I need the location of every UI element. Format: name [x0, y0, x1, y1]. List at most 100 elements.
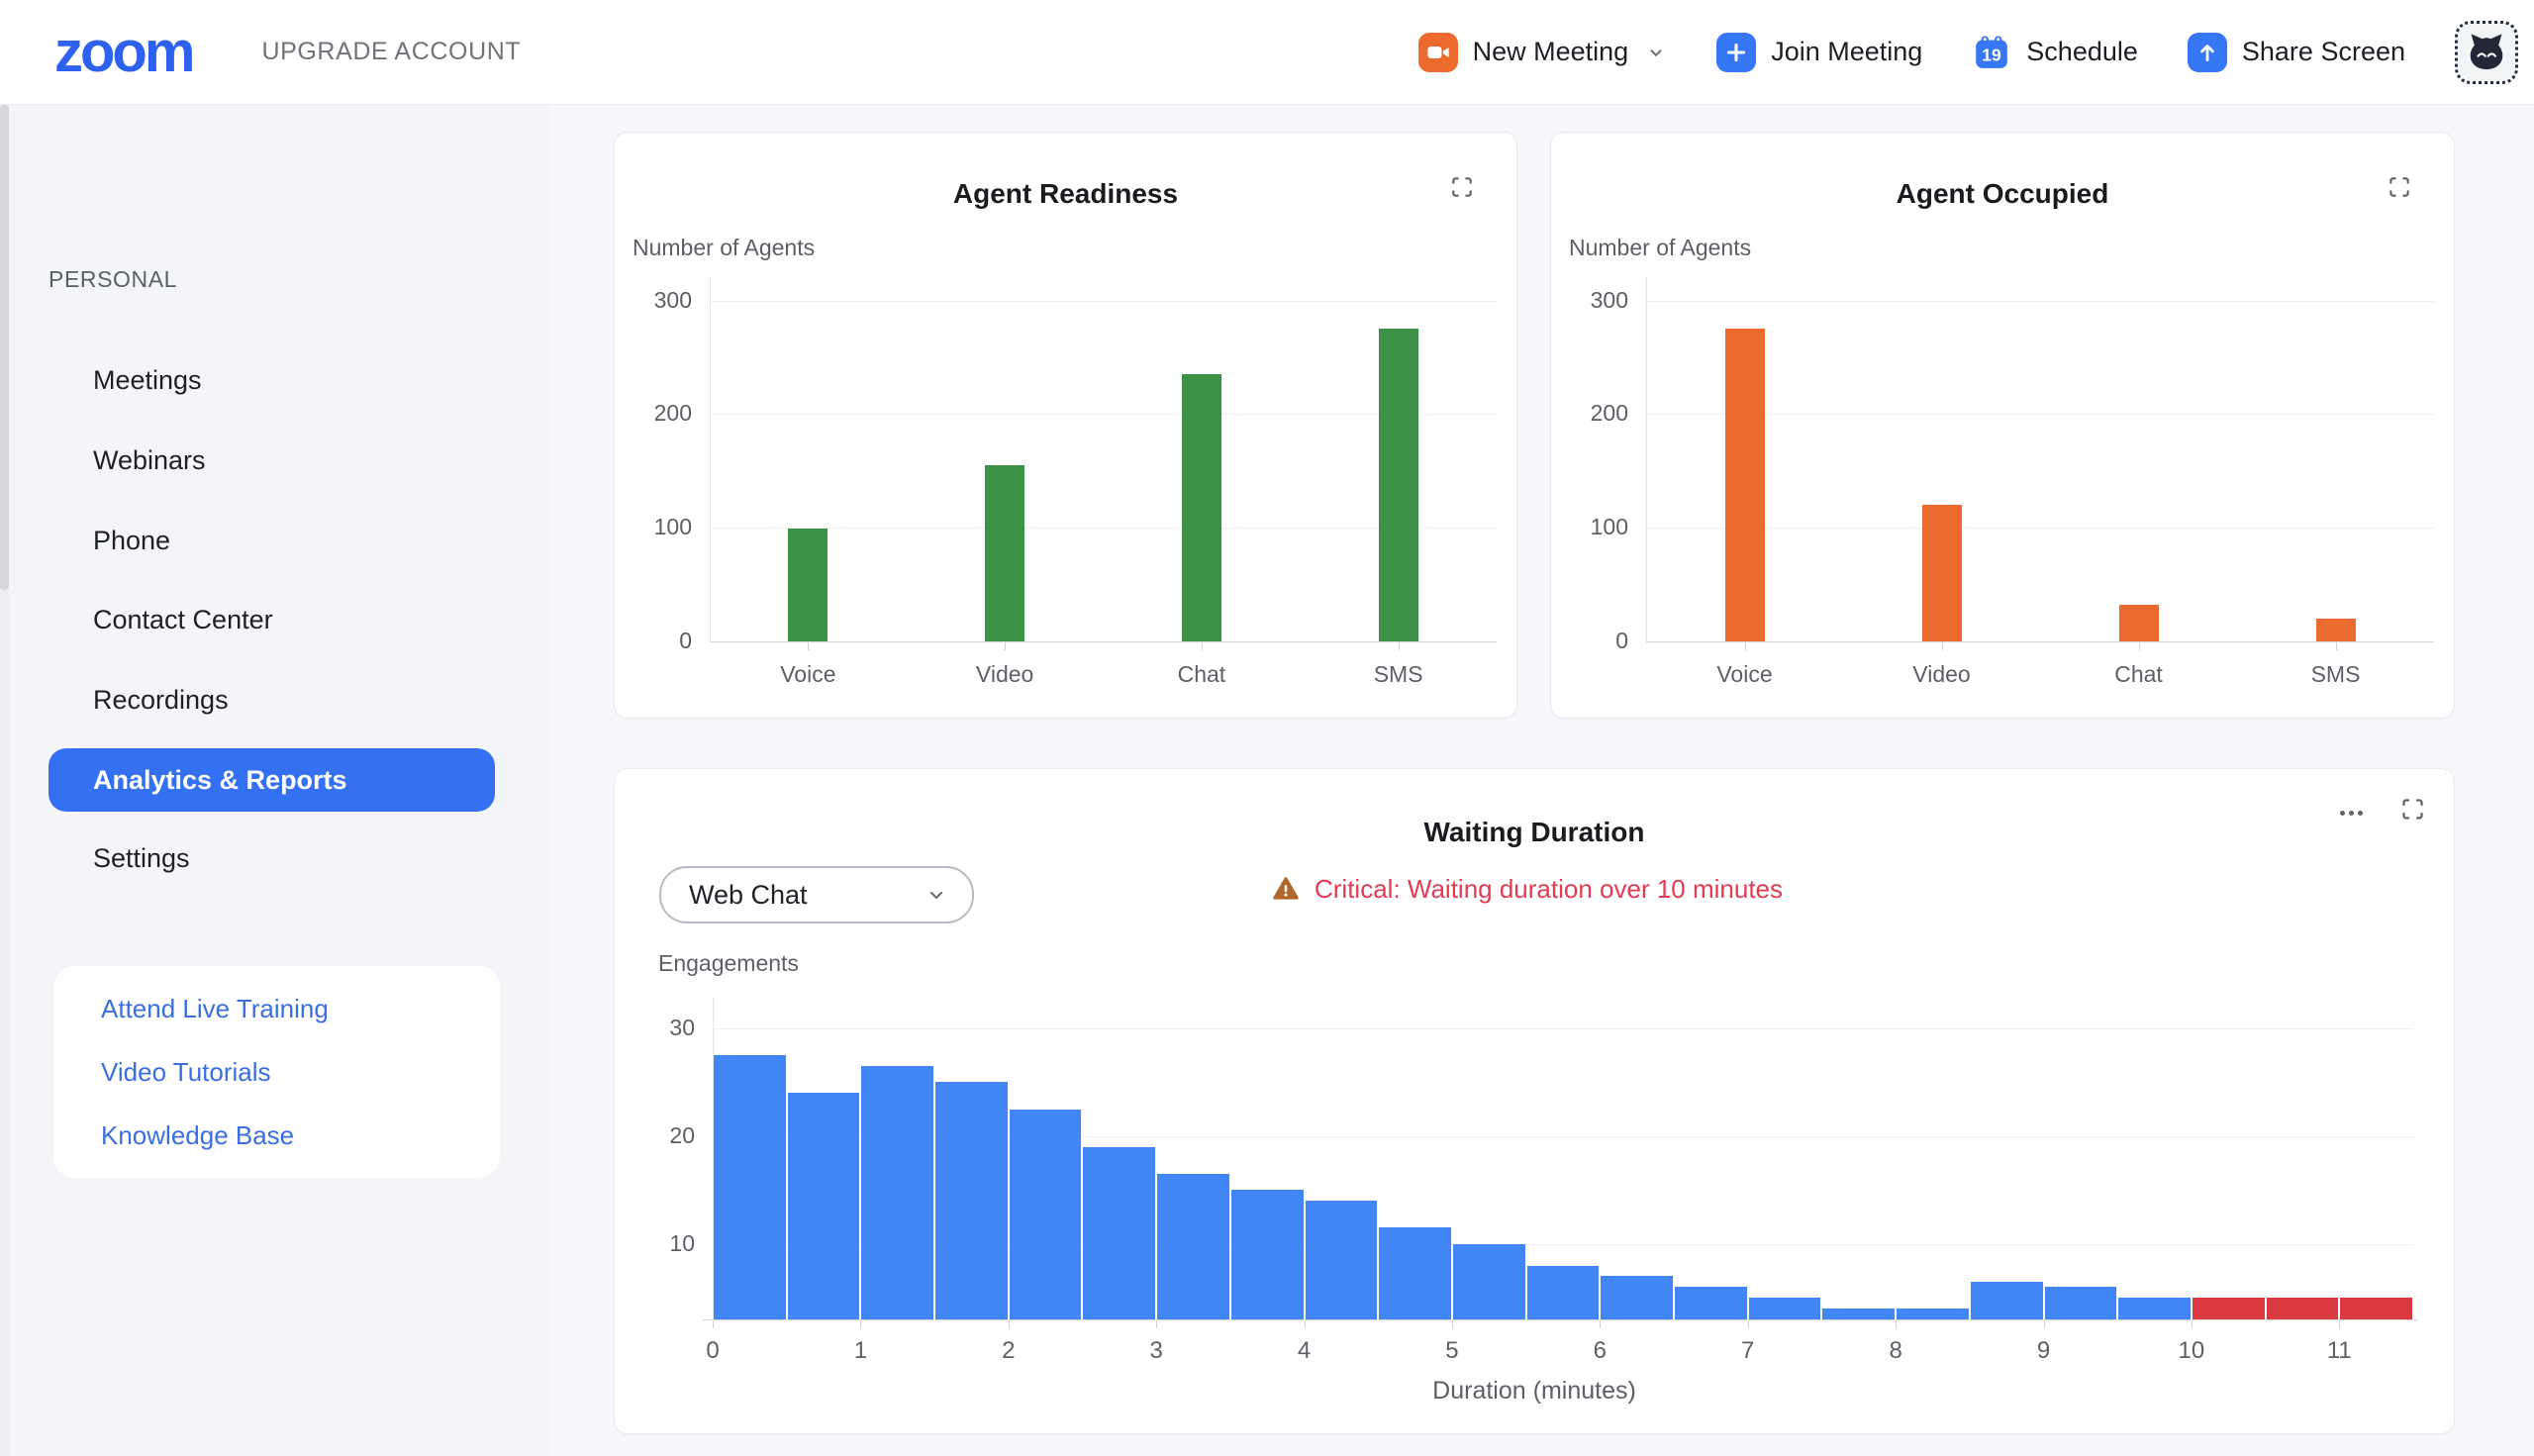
y-tick-20: 20 — [626, 1122, 695, 1149]
x-label-0: 0 — [673, 1337, 752, 1365]
x-axis-line — [710, 641, 1497, 642]
x-tick-5 — [1452, 1320, 1453, 1328]
y-tick-200: 200 — [1559, 400, 1628, 427]
x-tick-video — [1942, 642, 1943, 650]
sidebar-section-label: PERSONAL — [49, 266, 177, 293]
hist-bar-9.5min[interactable] — [2118, 1298, 2191, 1319]
hist-bar-1.5min[interactable] — [935, 1082, 1008, 1319]
hist-bar-10min[interactable] — [2193, 1298, 2265, 1319]
hist-bar-5.5min[interactable] — [1527, 1266, 1600, 1319]
x-tick-voice — [808, 642, 809, 650]
share-screen-button[interactable]: Share Screen — [2188, 33, 2405, 72]
avatar[interactable] — [2455, 21, 2518, 84]
x-tick-sms — [2336, 642, 2337, 650]
hist-bar-0.5min[interactable] — [788, 1093, 860, 1319]
new-meeting-label: New Meeting — [1473, 37, 1629, 67]
x-axis-line — [1646, 641, 2434, 642]
hist-bar-8.5min[interactable] — [1971, 1282, 2043, 1319]
scrollbar-thumb[interactable] — [0, 105, 9, 590]
x-label-3: 3 — [1117, 1337, 1196, 1365]
hist-bar-5min[interactable] — [1453, 1244, 1525, 1319]
schedule-button[interactable]: 19 Schedule — [1972, 33, 2138, 72]
sidebar-item-settings[interactable]: Settings — [93, 838, 190, 878]
x-label-1: 1 — [821, 1337, 900, 1365]
hist-bar-2min[interactable] — [1010, 1110, 1082, 1319]
gridline-300 — [710, 301, 1497, 302]
hist-bar-11min[interactable] — [2340, 1298, 2412, 1319]
upgrade-account-link[interactable]: UPGRADE ACCOUNT — [261, 38, 521, 66]
help-link-knowledge-base[interactable]: Knowledge Base — [101, 1120, 500, 1150]
calendar-icon: 19 — [1972, 33, 2011, 72]
hist-bar-0min[interactable] — [714, 1055, 786, 1319]
hist-bar-6.5min[interactable] — [1675, 1287, 1747, 1319]
x-label-voice: Voice — [1686, 661, 1804, 688]
help-link-video-tutorials[interactable]: Video Tutorials — [101, 1057, 500, 1087]
scrollbar-track[interactable] — [0, 105, 9, 1456]
hist-bar-3min[interactable] — [1157, 1174, 1229, 1319]
bar-voice[interactable] — [788, 529, 828, 641]
sidebar-item-webinars[interactable]: Webinars — [93, 440, 206, 480]
hist-bar-6min[interactable] — [1601, 1276, 1673, 1319]
y-tick-30: 30 — [626, 1015, 695, 1041]
bar-video[interactable] — [985, 465, 1024, 641]
y-axis-line — [710, 276, 711, 641]
x-label-8: 8 — [1856, 1337, 1935, 1365]
bar-chat[interactable] — [1182, 374, 1221, 641]
sidebar-item-meetings[interactable]: Meetings — [93, 360, 202, 400]
gridline-30 — [713, 1028, 2413, 1029]
hist-bar-7min[interactable] — [1749, 1298, 1821, 1319]
x-tick-chat — [2139, 642, 2140, 650]
svg-text:19: 19 — [1983, 45, 2002, 64]
bar-voice[interactable] — [1725, 329, 1765, 641]
plus-icon — [1716, 33, 1756, 72]
hist-bar-8min[interactable] — [1897, 1309, 1969, 1319]
help-links-card: Attend Live Training Video Tutorials Knowl… — [53, 966, 500, 1178]
new-meeting-button[interactable]: New Meeting — [1418, 33, 1668, 72]
share-screen-label: Share Screen — [2242, 37, 2405, 67]
sidebar-item-phone[interactable]: Phone — [93, 521, 170, 560]
hist-bar-7.5min[interactable] — [1822, 1309, 1895, 1319]
hist-bar-4min[interactable] — [1306, 1201, 1378, 1319]
x-tick-3 — [1156, 1320, 1157, 1328]
hist-bar-9min[interactable] — [2045, 1287, 2117, 1319]
hist-bar-4.5min[interactable] — [1379, 1227, 1451, 1319]
x-axis-caption: Duration (minutes) — [615, 1377, 2454, 1406]
x-label-10: 10 — [2152, 1337, 2231, 1365]
help-link-attend-live-training[interactable]: Attend Live Training — [101, 994, 500, 1023]
chevron-down-icon[interactable] — [1645, 42, 1667, 63]
waiting-duration-card: Waiting Duration Web Chat Critical: Wait… — [614, 768, 2455, 1434]
x-tick-10 — [2192, 1320, 2193, 1328]
x-tick-1 — [860, 1320, 861, 1328]
y-tick-0: 0 — [1559, 628, 1628, 654]
bar-chat[interactable] — [2119, 605, 2159, 641]
hist-bar-2.5min[interactable] — [1083, 1147, 1155, 1319]
x-label-chat: Chat — [2080, 661, 2198, 688]
x-tick-voice — [1745, 642, 1746, 650]
video-camera-icon — [1418, 33, 1458, 72]
x-label-6: 6 — [1560, 1337, 1639, 1365]
y-tick-200: 200 — [623, 400, 692, 427]
zoom-logo[interactable]: zoom — [54, 24, 192, 81]
x-tick-2 — [1009, 1320, 1010, 1328]
join-meeting-button[interactable]: Join Meeting — [1716, 33, 1922, 72]
bar-sms[interactable] — [1379, 329, 1418, 641]
hist-bar-10.5min[interactable] — [2267, 1298, 2339, 1319]
hist-bar-3.5min[interactable] — [1231, 1190, 1304, 1319]
histogram-chart: 10203001234567891011 — [615, 769, 2454, 1433]
x-tick-11 — [2339, 1320, 2340, 1328]
x-label-video: Video — [945, 661, 1064, 688]
x-label-2: 2 — [969, 1337, 1048, 1365]
bar-sms[interactable] — [2316, 619, 2356, 641]
y-axis-line — [1646, 276, 1647, 641]
sidebar-item-contact-center[interactable]: Contact Center — [93, 600, 273, 639]
sidebar-item-recordings[interactable]: Recordings — [93, 680, 229, 720]
x-label-sms: SMS — [1339, 661, 1458, 688]
x-label-4: 4 — [1265, 1337, 1344, 1365]
hist-bar-1min[interactable] — [861, 1066, 933, 1319]
bar-video[interactable] — [1922, 505, 1962, 641]
x-tick-6 — [1600, 1320, 1601, 1328]
cat-avatar-icon — [2461, 27, 2512, 78]
sidebar-item-analytics-reports[interactable]: Analytics & Reports — [49, 748, 495, 812]
y-tick-10: 10 — [626, 1230, 695, 1257]
bar-chart: 0100200300VoiceVideoChatSMS — [615, 133, 1516, 718]
